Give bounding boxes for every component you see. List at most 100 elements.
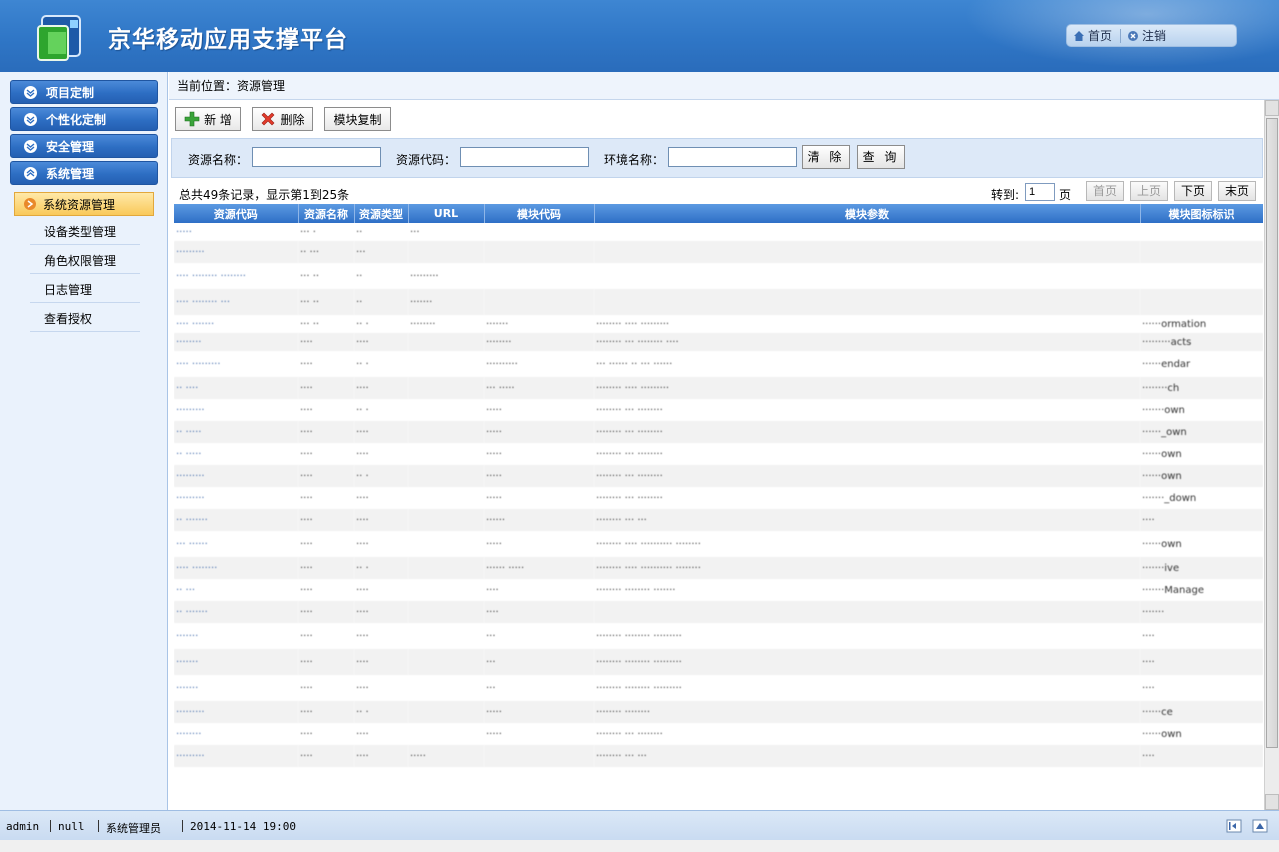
module-copy-button[interactable]: 模块复制 <box>324 107 391 131</box>
prev-page-button[interactable]: 上页 <box>1130 181 1168 201</box>
cell-module: ······· <box>486 318 509 330</box>
col-module-code[interactable]: 模块代码 <box>484 204 595 223</box>
cell-param: ········ ········ ······· <box>596 584 676 596</box>
table-row[interactable]: ····· ··· · ·· ··· <box>174 223 1263 241</box>
home-link[interactable]: 首页 <box>1073 27 1112 44</box>
table-row[interactable]: ···· ········ ········ ··· ·· ·· ········· <box>174 263 1263 289</box>
cell-code[interactable]: ···· ······· <box>174 315 298 333</box>
table-row[interactable]: ···· ········ ···· ·· · ······ ····· ·······… <box>174 557 1263 579</box>
cell-code[interactable]: ······· <box>174 675 298 701</box>
cell-name: ···· <box>298 601 354 623</box>
table-row[interactable]: ·· ··· ···· ···· ···· ········ ········ ····… <box>174 579 1263 601</box>
last-page-button[interactable]: 末页 <box>1218 181 1256 201</box>
col-module-icon[interactable]: 模块图标标识 <box>1140 204 1263 223</box>
cell-param: ········ ···· ········· <box>596 318 670 330</box>
cell-type: ···· <box>356 682 369 694</box>
cell-code[interactable]: ········· <box>174 745 298 767</box>
cell-code[interactable]: ········ <box>174 723 298 745</box>
table-row[interactable]: ···· ········· ···· ·· · ·········· ··· ····… <box>174 351 1263 377</box>
table-row[interactable]: ·· ····· ···· ···· ····· ········ ··· ······… <box>174 421 1263 443</box>
cell-code[interactable]: ···· ········ <box>174 557 298 579</box>
add-button[interactable]: 新 增 <box>175 107 241 131</box>
col-resource-code[interactable]: 资源代码 <box>174 204 299 223</box>
table-row[interactable]: ········ ···· ···· ····· ········ ··· ······… <box>174 723 1263 745</box>
table-row[interactable]: ··· ······ ···· ···· ····· ········ ···· ···… <box>174 531 1263 557</box>
cell-module: ····· <box>486 492 502 504</box>
table-row[interactable]: ······························ ··· ·····… <box>174 487 1263 509</box>
query-button[interactable]: 查 询 <box>857 145 905 169</box>
sidebar-item-device-type[interactable]: 设备类型管理 <box>30 219 140 245</box>
cell-code[interactable]: ········· <box>174 465 298 487</box>
cell-url <box>408 623 484 649</box>
first-page-button[interactable]: 首页 <box>1086 181 1124 201</box>
goto-page-input[interactable] <box>1025 183 1055 201</box>
cell-code[interactable]: ········· <box>174 399 298 421</box>
sidebar-menu-project[interactable]: 项目定制 <box>10 80 158 104</box>
cell-code[interactable]: ·· ··· <box>174 579 298 601</box>
cell-code[interactable]: ··· ······ <box>174 531 298 557</box>
cell-code[interactable]: ·· ······· <box>174 601 298 623</box>
table-row[interactable]: ········· ·· ··· ··· <box>174 241 1263 263</box>
cell-code[interactable]: ·· ····· <box>174 443 298 465</box>
next-page-button[interactable]: 下页 <box>1174 181 1212 201</box>
table-row[interactable]: ······· ···· ···· ··· ········ ········ ····… <box>174 623 1263 649</box>
table-row[interactable]: ·· ······· ···· ···· ···· ······· <box>174 601 1263 623</box>
cell-code[interactable]: ·· ····· <box>174 421 298 443</box>
collapse-sidebar-icon[interactable] <box>1226 818 1242 834</box>
cell-url <box>408 723 484 745</box>
table-row[interactable]: ···· ········ ··· ··· ·· ·· ······· <box>174 289 1263 315</box>
table-row[interactable]: ······························ ··· ·····… <box>174 745 1263 767</box>
sidebar-item-log[interactable]: 日志管理 <box>30 277 140 303</box>
sidebar-item-system-resource[interactable]: 系统资源管理 <box>14 192 154 216</box>
col-resource-type[interactable]: 资源类型 <box>354 204 409 223</box>
cell-code[interactable]: ·· ······· <box>174 509 298 531</box>
clear-button[interactable]: 清 除 <box>802 145 850 169</box>
table-row[interactable]: ·· ····· ···· ···· ····· ········ ··· ······… <box>174 443 1263 465</box>
cell-type: ···· <box>354 377 408 399</box>
cell-code[interactable]: ········· <box>174 487 298 509</box>
cell-name: ···· <box>300 404 313 416</box>
cell-code[interactable]: ········· <box>174 701 298 723</box>
scroll-thumb[interactable] <box>1266 118 1278 748</box>
table-row[interactable]: ········· ···· ·· · ····· ········ ··· ·····… <box>174 399 1263 421</box>
cell-url <box>408 675 484 701</box>
col-url[interactable]: URL <box>408 204 485 223</box>
table-row[interactable]: ········· ···· ·· · ····· ········ ··· ·····… <box>174 465 1263 487</box>
scroll-down-icon[interactable] <box>1265 794 1279 810</box>
fullscreen-icon[interactable] <box>1252 818 1268 834</box>
cell-code[interactable]: ······· <box>174 649 298 675</box>
table-row[interactable]: ······· ···· ···· ··· ········ ········ ····… <box>174 649 1263 675</box>
env-name-input[interactable] <box>668 147 797 167</box>
sidebar-menu-system[interactable]: 系统管理 <box>10 161 158 185</box>
cell-module: ········ <box>484 333 594 351</box>
cell-code[interactable]: ·· ···· <box>174 377 298 399</box>
table-row[interactable]: ········ ···· ···· ········ ········ ··· ···… <box>174 333 1263 351</box>
sidebar-item-role-permission[interactable]: 角色权限管理 <box>30 248 140 274</box>
resource-name-input[interactable] <box>252 147 381 167</box>
table-row[interactable]: ········· ···· ·· · ····· ········ ········ ·… <box>174 701 1263 723</box>
logout-link[interactable]: 注销 <box>1127 27 1166 44</box>
scroll-up-icon[interactable] <box>1265 100 1279 116</box>
delete-button[interactable]: 删除 <box>252 107 313 131</box>
cell-code[interactable]: ········ <box>174 333 298 351</box>
cell-code[interactable]: ········· <box>174 241 298 263</box>
cell-module: ··· <box>486 630 496 642</box>
table-row[interactable]: ···· ······· ··· ·· ·· · ········ ······· ···… <box>174 315 1263 333</box>
table-row[interactable]: ······· ···· ···· ··· ········ ········ ····… <box>174 675 1263 701</box>
cell-code[interactable]: ······· <box>174 623 298 649</box>
col-module-param[interactable]: 模块参数 <box>594 204 1141 223</box>
sidebar-menu-security[interactable]: 安全管理 <box>10 134 158 158</box>
cell-code[interactable]: ···· ········ ········ <box>174 263 298 289</box>
vertical-scrollbar[interactable] <box>1264 100 1279 810</box>
cell-name: ···· <box>298 745 354 767</box>
cell-code[interactable]: ····· <box>174 223 298 241</box>
table-row[interactable]: ·· ······· ···· ···· ······ ········ ··· ···… <box>174 509 1263 531</box>
table-row[interactable]: ·· ···· ···· ···· ··· ····· ········ ···· ··… <box>174 377 1263 399</box>
sidebar-menu-personalize[interactable]: 个性化定制 <box>10 107 158 131</box>
cell-code[interactable]: ···· ········· <box>174 351 298 377</box>
sidebar-item-license[interactable]: 查看授权 <box>30 306 140 332</box>
cell-code[interactable]: ···· ········ ··· <box>174 289 298 315</box>
cell-module: ··· <box>484 649 594 675</box>
resource-code-input[interactable] <box>460 147 589 167</box>
col-resource-name[interactable]: 资源名称 <box>298 204 355 223</box>
